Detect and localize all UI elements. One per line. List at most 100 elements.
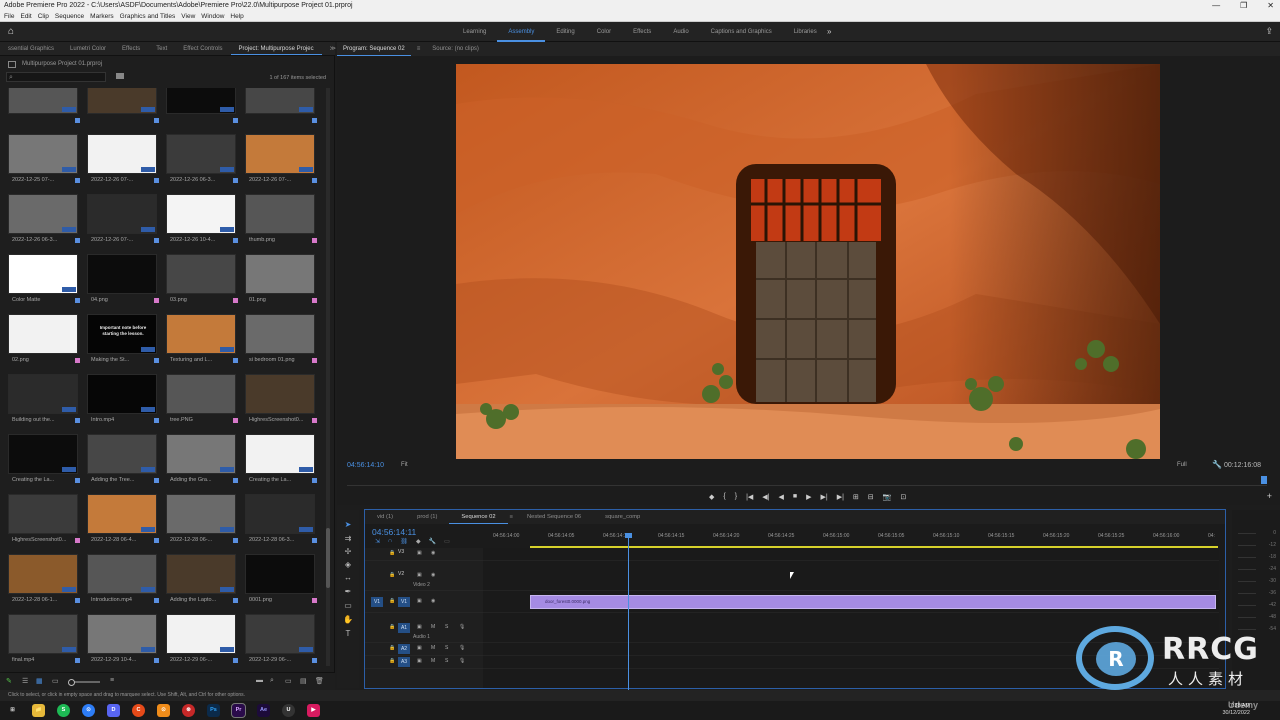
lock-icon[interactable]: 🔒 bbox=[389, 550, 395, 556]
workspace-audio[interactable]: Audio bbox=[662, 22, 699, 42]
captions-icon[interactable]: ▭ bbox=[444, 538, 450, 545]
lock-icon[interactable]: 🔒 bbox=[389, 645, 395, 651]
snap-icon[interactable]: ∩ bbox=[388, 538, 392, 545]
track-lane-v2[interactable] bbox=[483, 561, 1219, 591]
label-color-chip[interactable] bbox=[233, 358, 238, 363]
sync-lock-icon[interactable]: ▣ bbox=[417, 658, 422, 664]
tab-text[interactable]: Text bbox=[148, 42, 175, 55]
project-item[interactable]: 2022-12-25 07-... bbox=[8, 134, 80, 192]
project-item[interactable]: Texturing and L... bbox=[166, 314, 238, 372]
file-explorer-icon[interactable]: 📁 bbox=[32, 704, 45, 717]
project-item[interactable]: 2022-12-29 06-... bbox=[166, 614, 238, 666]
label-color-chip[interactable] bbox=[154, 298, 159, 303]
step-back-icon[interactable]: ◀| bbox=[762, 493, 769, 501]
label-color-chip[interactable] bbox=[154, 418, 159, 423]
project-scrollbar[interactable] bbox=[326, 88, 330, 666]
label-color-chip[interactable] bbox=[233, 418, 238, 423]
unreal-engine-icon[interactable]: U bbox=[282, 704, 295, 717]
playhead[interactable] bbox=[625, 533, 632, 690]
lock-icon[interactable]: 🔒 bbox=[389, 624, 395, 630]
menu-markers[interactable]: Markers bbox=[90, 12, 113, 21]
home-icon[interactable]: ⌂ bbox=[8, 27, 18, 37]
label-color-chip[interactable] bbox=[75, 658, 80, 663]
track-select-tool-icon[interactable]: ⇉ bbox=[343, 534, 353, 544]
tab-program-monitor[interactable]: Program: Sequence 02 bbox=[337, 42, 411, 56]
list-view-icon[interactable]: ☰ bbox=[22, 677, 28, 685]
mute-button[interactable]: M bbox=[431, 624, 435, 630]
rectangle-tool-icon[interactable]: ▭ bbox=[343, 601, 353, 611]
selection-tool-icon[interactable]: ➤ bbox=[343, 520, 353, 530]
start-icon[interactable]: ⊞ bbox=[6, 704, 19, 717]
folder-icon[interactable]: ▭ bbox=[285, 677, 292, 685]
sync-lock-icon[interactable]: ▣ bbox=[417, 624, 422, 630]
track-toggle-a2[interactable]: A2 bbox=[398, 644, 410, 654]
label-color-chip[interactable] bbox=[312, 238, 317, 243]
source-patch-v1[interactable]: V1 bbox=[371, 597, 383, 607]
label-color-chip[interactable] bbox=[75, 478, 80, 483]
lock-icon[interactable]: 🔒 bbox=[389, 658, 395, 664]
stop-icon[interactable]: ■ bbox=[793, 493, 797, 501]
pen-tool-icon[interactable]: ✒ bbox=[343, 587, 353, 597]
tab-sequence-prod[interactable]: prod (1) bbox=[405, 510, 449, 524]
project-item[interactable] bbox=[87, 88, 159, 132]
project-item[interactable]: Adding the Lapto... bbox=[166, 554, 238, 612]
tab-lumetri-color[interactable]: Lumetri Color bbox=[62, 42, 114, 55]
label-color-chip[interactable] bbox=[233, 178, 238, 183]
solo-button[interactable]: S bbox=[445, 624, 448, 630]
project-item[interactable]: HighresScreenshot0... bbox=[8, 494, 80, 552]
project-item[interactable]: 01.png bbox=[245, 254, 317, 312]
find-icon[interactable]: ⌕ bbox=[270, 677, 274, 685]
sync-lock-icon[interactable]: ▣ bbox=[417, 572, 422, 578]
project-item[interactable]: 2022-12-26 07-... bbox=[87, 134, 159, 192]
razor-tool-icon[interactable]: ◈ bbox=[343, 560, 353, 570]
project-item[interactable]: 2022-12-26 06-3... bbox=[8, 194, 80, 252]
label-color-chip[interactable] bbox=[75, 538, 80, 543]
track-toggle-a3[interactable]: A3 bbox=[398, 657, 410, 667]
project-item[interactable]: 2022-12-26 10-4... bbox=[166, 194, 238, 252]
label-color-chip[interactable] bbox=[312, 118, 317, 123]
tab-sequence-02[interactable]: Sequence 02 bbox=[449, 510, 508, 524]
label-color-chip[interactable] bbox=[312, 598, 317, 603]
menu-window[interactable]: Window bbox=[201, 12, 224, 21]
menu-view[interactable]: View bbox=[181, 12, 195, 21]
minimize-button[interactable]: — bbox=[1212, 0, 1220, 12]
lift-icon[interactable]: ⊞ bbox=[853, 493, 859, 501]
label-color-chip[interactable] bbox=[233, 238, 238, 243]
label-color-chip[interactable] bbox=[154, 478, 159, 483]
label-color-chip[interactable] bbox=[154, 598, 159, 603]
project-item[interactable]: Introduction.mp4 bbox=[87, 554, 159, 612]
icon-view-icon[interactable]: ▦ bbox=[36, 677, 43, 685]
linked-selection-icon[interactable]: ⛓ bbox=[400, 538, 408, 545]
workspace-learning[interactable]: Learning bbox=[452, 22, 497, 42]
premiere-pro-icon[interactable]: Pr bbox=[231, 703, 246, 718]
label-color-chip[interactable] bbox=[154, 118, 159, 123]
tab-sequence-vid[interactable]: vid (1) bbox=[365, 510, 405, 524]
label-color-chip[interactable] bbox=[154, 238, 159, 243]
add-marker-icon[interactable]: ◆ bbox=[709, 493, 714, 501]
mute-button[interactable]: M bbox=[431, 645, 435, 651]
hand-tool-icon[interactable]: ✋ bbox=[343, 615, 353, 625]
track-toggle-v2[interactable]: V2 bbox=[398, 571, 404, 577]
chrome-icon[interactable]: C bbox=[132, 704, 145, 717]
slip-tool-icon[interactable]: ↔ bbox=[343, 573, 353, 583]
project-item[interactable]: si bedroom 01.png bbox=[245, 314, 317, 372]
sync-lock-icon[interactable]: ▣ bbox=[417, 550, 422, 556]
menu-help[interactable]: Help bbox=[230, 12, 243, 21]
project-item[interactable] bbox=[245, 88, 317, 132]
sort-icon[interactable]: ≡ bbox=[110, 677, 114, 684]
project-item[interactable]: 2022-12-28 06-1... bbox=[8, 554, 80, 612]
track-toggle-v3[interactable]: V3 bbox=[398, 549, 404, 555]
label-color-chip[interactable] bbox=[75, 598, 80, 603]
settings-wrench-icon[interactable]: 🔧 bbox=[1212, 460, 1222, 469]
new-item-icon[interactable]: ▤ bbox=[300, 677, 307, 685]
export-frame-icon[interactable]: 📷 bbox=[883, 493, 892, 501]
label-color-chip[interactable] bbox=[154, 658, 159, 663]
label-color-chip[interactable] bbox=[154, 538, 159, 543]
tab-menu-icon[interactable]: ≡ bbox=[508, 510, 515, 524]
workspace-libraries[interactable]: Libraries bbox=[783, 22, 828, 42]
media-player-icon[interactable]: ▶ bbox=[307, 704, 320, 717]
share-icon[interactable]: ⇪ bbox=[1265, 26, 1273, 37]
label-color-chip[interactable] bbox=[75, 178, 80, 183]
tab-menu-icon[interactable]: ≡ bbox=[411, 42, 427, 56]
project-item[interactable]: Important note before starting the lesso… bbox=[87, 314, 159, 372]
